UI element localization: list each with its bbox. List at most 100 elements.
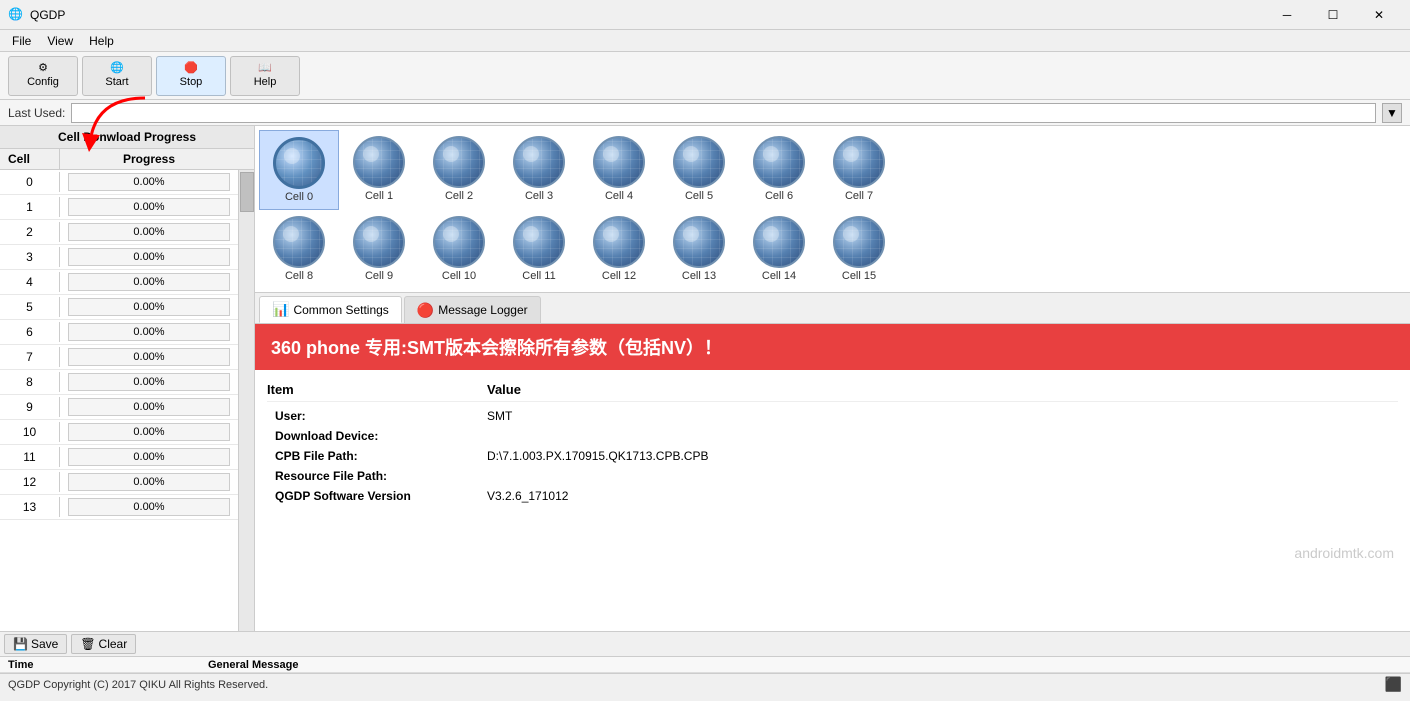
cell-grid-item[interactable]: Cell 12 (579, 210, 659, 288)
settings-value (487, 429, 1398, 443)
settings-row: CPB File Path: D:\7.1.003.PX.170915.QK17… (267, 446, 1398, 466)
cell-grid-item[interactable]: Cell 4 (579, 130, 659, 210)
cell-number: 7 (0, 347, 60, 367)
cell-row: 6 0.00% (0, 320, 238, 345)
cell-grid-label: Cell 2 (445, 190, 473, 202)
cell-grid-label: Cell 1 (365, 190, 393, 202)
cell-grid-label: Cell 6 (765, 190, 793, 202)
stop-button[interactable]: 🛑 Stop (156, 56, 226, 96)
cell-progress: 0.00% (60, 270, 238, 294)
settings-item: Resource File Path: (267, 469, 487, 483)
cell-grid-item[interactable]: Cell 6 (739, 130, 819, 210)
help-button[interactable]: 📖 Help (230, 56, 300, 96)
log-col-time: Time (8, 659, 208, 671)
cell-number: 8 (0, 372, 60, 392)
settings-header: Item Value (267, 378, 1398, 402)
progress-value: 0.00% (68, 448, 230, 466)
clear-icon: 🗑 (80, 637, 95, 651)
window-controls: ─ ☐ ✕ (1264, 0, 1402, 30)
menu-file[interactable]: File (4, 32, 39, 50)
cell-number: 13 (0, 497, 60, 517)
cell-progress: 0.00% (60, 370, 238, 394)
last-used-input[interactable] (71, 103, 1376, 123)
minimize-button[interactable]: ─ (1264, 0, 1310, 30)
cell-grid-item[interactable]: Cell 0 (259, 130, 339, 210)
cell-row: 0 0.00% (0, 170, 238, 195)
last-used-bar: Last Used: ▼ (0, 100, 1410, 126)
settings-row: Download Device: (267, 426, 1398, 446)
col-header-progress: Progress (60, 149, 238, 169)
settings-value: D:\7.1.003.PX.170915.QK1713.CPB.CPB (487, 449, 1398, 463)
cell-grid: Cell 0Cell 1Cell 2Cell 3Cell 4Cell 5Cell… (255, 126, 1410, 293)
resize-handle[interactable]: ⬛ (1385, 676, 1402, 693)
cell-grid-label: Cell 7 (845, 190, 873, 202)
tab-common-settings[interactable]: 📊 Common Settings (259, 296, 402, 323)
maximize-button[interactable]: ☐ (1310, 0, 1356, 30)
cell-grid-label: Cell 14 (762, 270, 796, 282)
progress-value: 0.00% (68, 398, 230, 416)
progress-value: 0.00% (68, 373, 230, 391)
start-icon: 🌐 (110, 63, 124, 74)
settings-value: V3.2.6_171012 (487, 489, 1398, 503)
cell-progress: 0.00% (60, 395, 238, 419)
cell-progress: 0.00% (60, 320, 238, 344)
cell-grid-item[interactable]: Cell 11 (499, 210, 579, 288)
start-label: Start (105, 76, 128, 88)
cell-row: 12 0.00% (0, 470, 238, 495)
menu-help[interactable]: Help (81, 32, 122, 50)
status-bar-right: ⬛ (1385, 676, 1402, 693)
help-label: Help (254, 76, 277, 88)
cell-grid-item[interactable]: Cell 1 (339, 130, 419, 210)
cell-grid-item[interactable]: Cell 14 (739, 210, 819, 288)
close-button[interactable]: ✕ (1356, 0, 1402, 30)
cell-grid-item[interactable]: Cell 15 (819, 210, 899, 288)
settings-rows: User: SMT Download Device: CPB File Path… (267, 406, 1398, 506)
save-button[interactable]: 💾 Save (4, 634, 67, 654)
cell-number: 9 (0, 397, 60, 417)
menu-view[interactable]: View (39, 32, 81, 50)
cell-grid-item[interactable]: Cell 5 (659, 130, 739, 210)
app-icon: 🌐 (8, 7, 24, 23)
progress-value: 0.00% (68, 198, 230, 216)
tab-message-logger[interactable]: 🔴 Message Logger (404, 296, 541, 323)
cell-grid-item[interactable]: Cell 8 (259, 210, 339, 288)
cell-grid-label: Cell 8 (285, 270, 313, 282)
clear-label: Clear (99, 637, 128, 651)
cell-grid-label: Cell 12 (602, 270, 636, 282)
settings-value (487, 469, 1398, 483)
settings-table: Item Value User: SMT Download Device: CP… (255, 370, 1410, 514)
cell-number: 11 (0, 447, 60, 467)
clear-button[interactable]: 🗑 Clear (71, 634, 136, 654)
toolbar: ⚙ Config 🌐 Start 🛑 Stop 📖 Help (0, 52, 1410, 100)
cell-grid-item[interactable]: Cell 9 (339, 210, 419, 288)
last-used-dropdown[interactable]: ▼ (1382, 103, 1402, 123)
settings-row: User: SMT (267, 406, 1398, 426)
scrollbar-thumb[interactable] (240, 172, 254, 212)
cell-number: 6 (0, 322, 60, 342)
main-layout: Cell Donwload Progress Cell Progress 0 0… (0, 126, 1410, 631)
cell-grid-label: Cell 4 (605, 190, 633, 202)
tab-bar: 📊 Common Settings 🔴 Message Logger (255, 293, 1410, 324)
last-used-label: Last Used: (8, 106, 65, 120)
cell-grid-item[interactable]: Cell 2 (419, 130, 499, 210)
status-text: QGDP Copyright (C) 2017 QIKU All Rights … (8, 679, 268, 691)
cell-grid-item[interactable]: Cell 7 (819, 130, 899, 210)
cell-grid-item[interactable]: Cell 13 (659, 210, 739, 288)
cell-row: 4 0.00% (0, 270, 238, 295)
progress-value: 0.00% (68, 498, 230, 516)
settings-col-value: Value (487, 382, 1398, 397)
config-icon: ⚙ (38, 63, 48, 74)
cell-row: 3 0.00% (0, 245, 238, 270)
cell-grid-item[interactable]: Cell 3 (499, 130, 579, 210)
config-button[interactable]: ⚙ Config (8, 56, 78, 96)
settings-col-item: Item (267, 382, 487, 397)
warning-banner: 360 phone 专用:SMT版本会擦除所有参数（包括NV）！ (255, 324, 1410, 370)
start-button[interactable]: 🌐 Start (82, 56, 152, 96)
scrollbar[interactable] (238, 170, 254, 631)
progress-value: 0.00% (68, 473, 230, 491)
cell-grid-label: Cell 9 (365, 270, 393, 282)
cell-grid-item[interactable]: Cell 10 (419, 210, 499, 288)
settings-item: User: (267, 409, 487, 423)
settings-row: QGDP Software Version V3.2.6_171012 (267, 486, 1398, 506)
cell-row: 1 0.00% (0, 195, 238, 220)
